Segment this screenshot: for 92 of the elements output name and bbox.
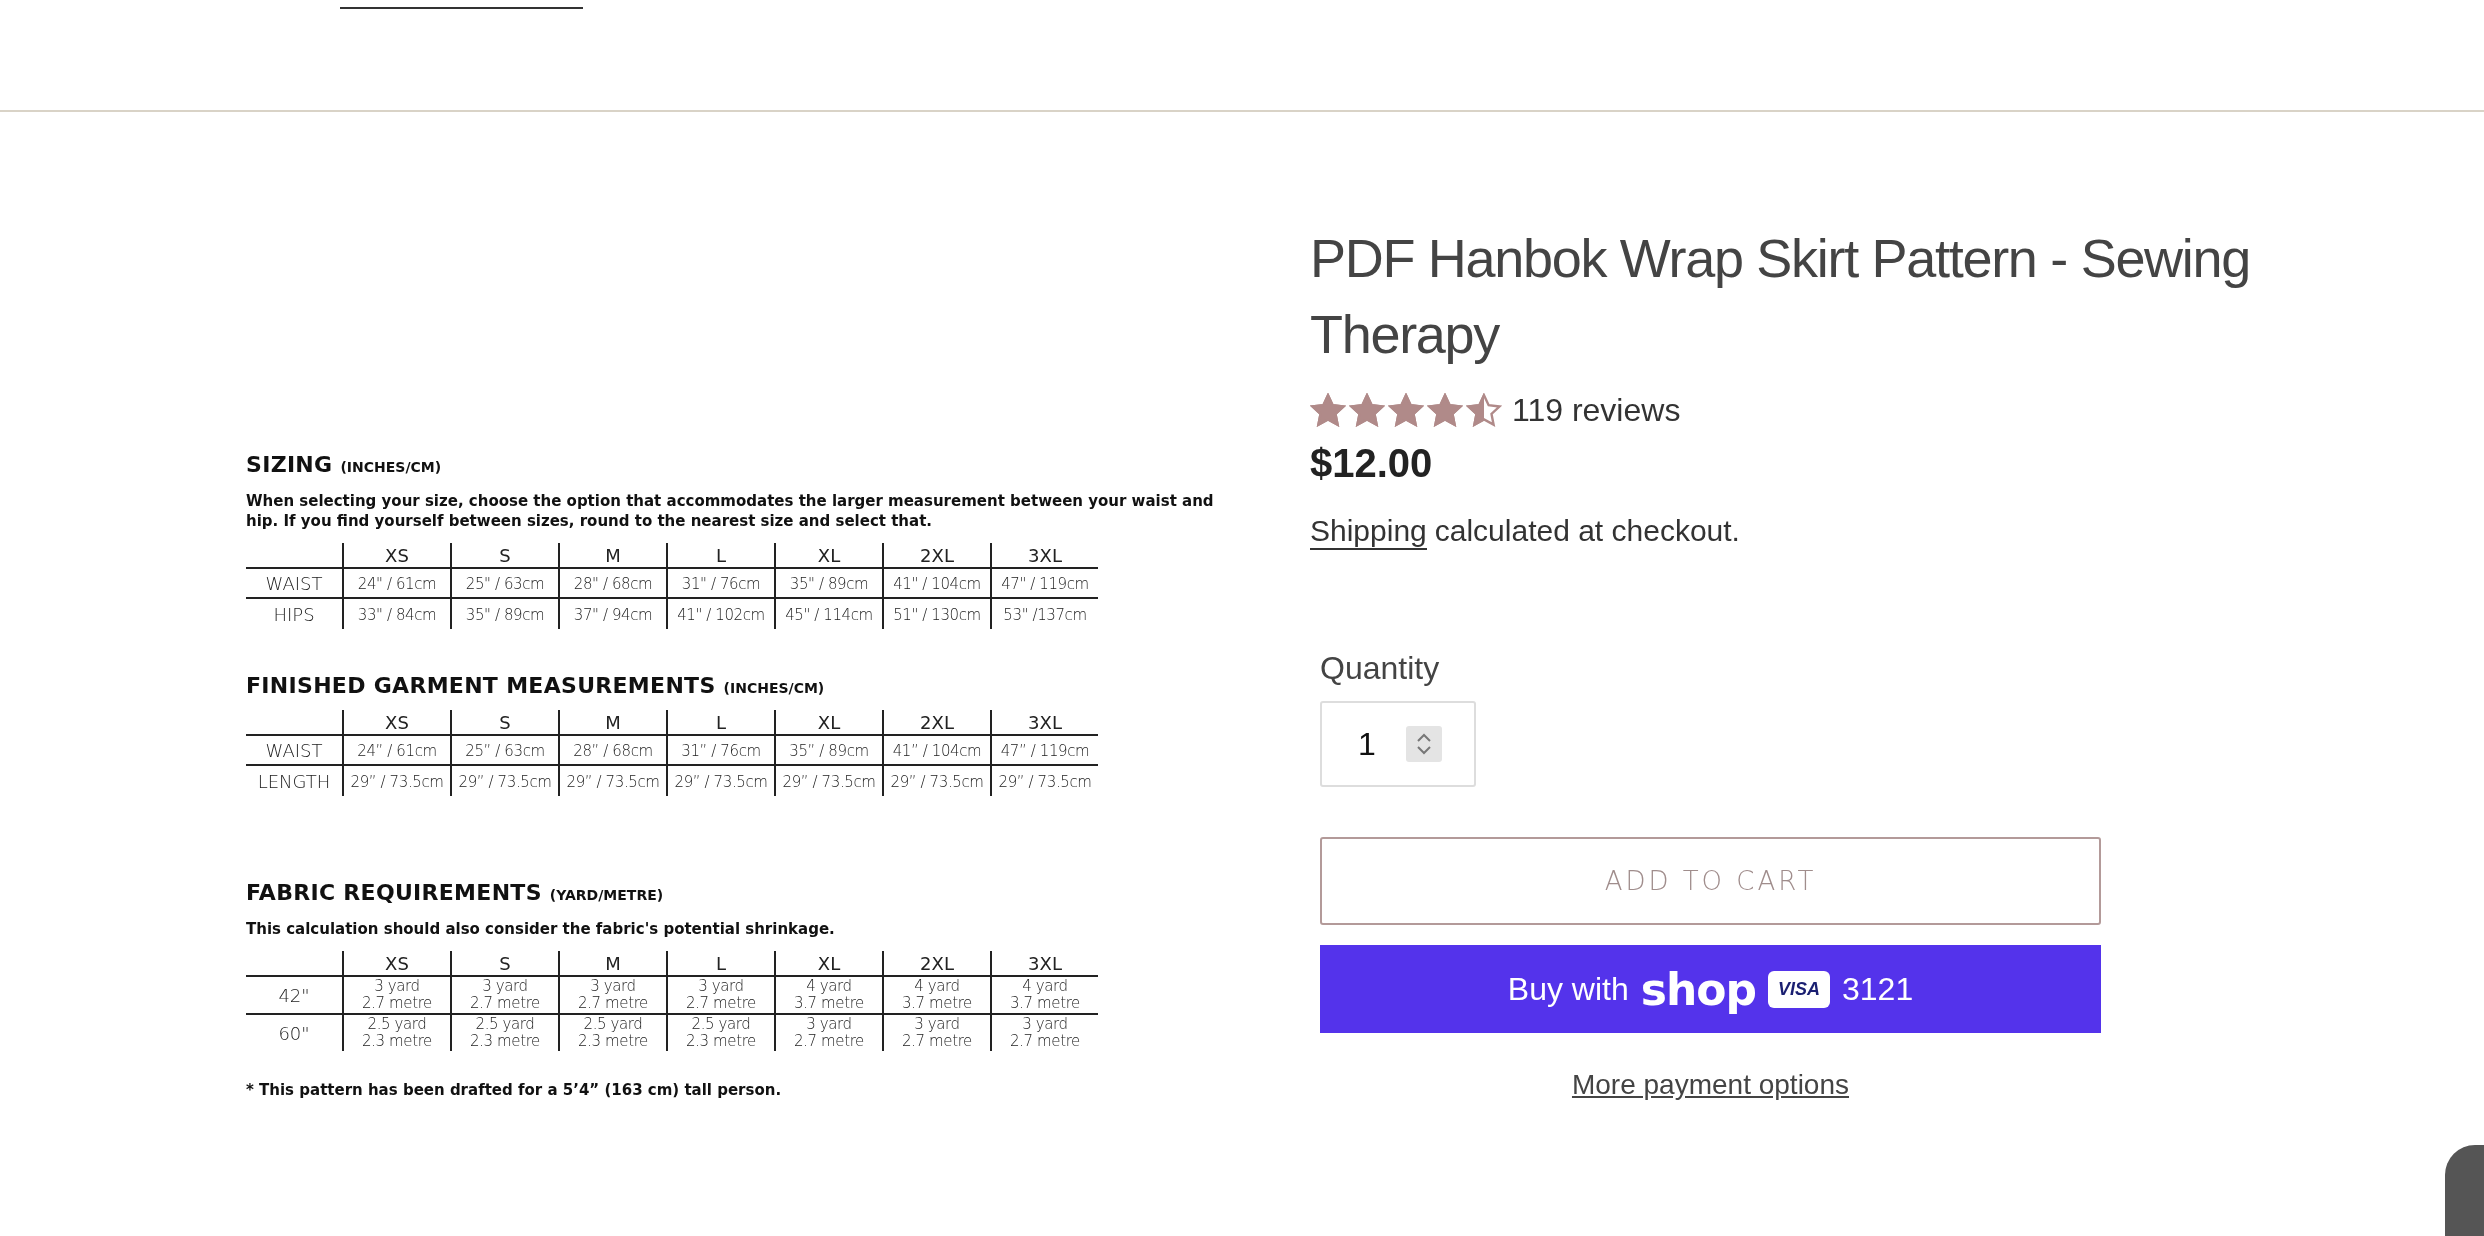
section-heading: FABRIC REQUIREMENTS: [246, 880, 542, 905]
size-header: XL: [817, 952, 841, 974]
size-header: XS: [385, 952, 409, 974]
table-cell: 4 yard 3.7 metre: [902, 978, 972, 1012]
buy-with-shop-button[interactable]: Buy with shop VISA 3121: [1320, 945, 2101, 1033]
unit-label: (INCHES/CM): [340, 459, 442, 475]
size-header: 2XL: [920, 711, 954, 733]
size-header: 2XL: [920, 544, 954, 566]
row-label: HIPS: [273, 603, 315, 625]
table-cell: 24" / 61cm: [357, 575, 437, 593]
table-cell: 29” / 73.5cm: [890, 773, 984, 791]
table-cell: 24” / 61cm: [357, 742, 437, 760]
table-cell: 29” / 73.5cm: [674, 773, 768, 791]
size-header: S: [499, 952, 511, 974]
row-label: 42": [278, 984, 310, 1006]
table-cell: 3 yard 2.7 metre: [362, 978, 432, 1012]
section-note: When selecting your size, choose the option that accommodates the larger measurement between your waist and hip. If you find yourself between sizes, round to the nearest size and select that.: [246, 491, 1215, 531]
row-label: WAIST: [265, 739, 323, 761]
table-cell: 47” / 119cm: [1000, 742, 1090, 760]
size-header: M: [605, 952, 621, 974]
footnote: * This pattern has been drafted for a 5’4” (163 cm) tall person.: [246, 1081, 783, 1099]
table-cell: 2.5 yard 2.3 metre: [470, 1016, 540, 1050]
table-cell: 31" / 76cm: [681, 575, 761, 593]
table-cell: 3 yard 2.7 metre: [686, 978, 756, 1012]
size-header: XS: [385, 544, 409, 566]
size-header: M: [605, 711, 621, 733]
table-cell: 2.5 yard 2.3 metre: [362, 1016, 432, 1050]
section-heading: SIZING: [246, 452, 333, 477]
table-cell: 51" / 130cm: [893, 606, 981, 624]
table-cell: 3 yard 2.7 metre: [470, 978, 540, 1012]
table-cell: 29” / 73.5cm: [566, 773, 660, 791]
section-heading: FINISHED GARMENT MEASUREMENTS: [246, 673, 716, 698]
table-cell: 25” / 63cm: [465, 742, 545, 760]
table-cell: 28" / 68cm: [573, 575, 653, 593]
size-header: 3XL: [1028, 952, 1062, 974]
table-cell: 29” / 73.5cm: [458, 773, 552, 791]
size-header: M: [605, 544, 621, 566]
size-header: XL: [817, 711, 841, 733]
size-header: XL: [817, 544, 841, 566]
table-cell: 33" / 84cm: [357, 606, 437, 624]
more-payment-options-link[interactable]: More payment options: [1571, 1069, 1849, 1100]
size-header: L: [716, 952, 726, 974]
product-title: PDF Hanbok Wrap Skirt Pattern - Sewing Therapy: [1310, 227, 2251, 366]
table-cell: 28” / 68cm: [573, 742, 653, 760]
size-header: L: [716, 544, 726, 566]
row-label: 60": [278, 1022, 310, 1044]
table-cell: 3 yard 2.7 metre: [1010, 1016, 1080, 1050]
table-cell: 29” / 73.5cm: [350, 773, 444, 791]
size-header: S: [499, 544, 511, 566]
quantity-field[interactable]: 1: [1320, 701, 1476, 787]
table-cell: 4 yard 3.7 metre: [794, 978, 864, 1012]
table-cell: 41" / 104cm: [893, 575, 981, 593]
table-cell: 47" / 119cm: [1001, 575, 1089, 593]
section-note: This calculation should also consider the fabric's potential shrinkage.: [246, 919, 836, 939]
table-cell: 35” / 89cm: [789, 742, 869, 760]
unit-label: (YARD/METRE): [549, 887, 664, 903]
table-cell: 53" /137cm: [1003, 606, 1087, 624]
table-cell: 29” / 73.5cm: [782, 773, 876, 791]
table-cell: 3 yard 2.7 metre: [902, 1016, 972, 1050]
shop-logo: shop: [1640, 963, 1756, 1015]
size-header: L: [716, 711, 726, 733]
size-header: 3XL: [1028, 544, 1062, 566]
unit-label: (INCHES/CM): [723, 680, 825, 696]
price: $12.00: [1310, 441, 1434, 486]
buy-label: Buy with: [1507, 970, 1629, 1008]
row-label: WAIST: [265, 572, 323, 594]
table-cell: 41" / 102cm: [677, 606, 765, 624]
table-cell: 45" / 114cm: [785, 606, 873, 624]
table-cell: 3 yard 2.7 metre: [578, 978, 648, 1012]
table-cell: 3 yard 2.7 metre: [794, 1016, 864, 1050]
review-count[interactable]: 119 reviews: [1512, 392, 1681, 429]
stepper-icon[interactable]: [1405, 726, 1442, 762]
size-header: 3XL: [1028, 711, 1062, 733]
table-cell: 31” / 76cm: [681, 742, 761, 760]
size-header: S: [499, 711, 511, 733]
table-cell: 2.5 yard 2.3 metre: [578, 1016, 648, 1050]
size-header: XS: [385, 711, 409, 733]
table-cell: 37" / 94cm: [573, 606, 653, 624]
size-header: 2XL: [920, 952, 954, 974]
table-cell: 29” / 73.5cm: [998, 773, 1092, 791]
table-cell: 35" / 89cm: [465, 606, 545, 624]
row-label: LENGTH: [257, 770, 331, 792]
card-badge: VISA: [1768, 970, 1830, 1008]
quantity-label: Quantity: [1320, 650, 1441, 687]
table-cell: 25" / 63cm: [465, 575, 545, 593]
shipping-link[interactable]: Shipping: [1310, 514, 1427, 550]
table-cell: 4 yard 3.7 metre: [1010, 978, 1080, 1012]
table-cell: 2.5 yard 2.3 metre: [686, 1016, 756, 1050]
table-cell: 35" / 89cm: [789, 575, 869, 593]
table-cell: 41” / 104cm: [892, 742, 982, 760]
card-number: 3121: [1842, 970, 1914, 1008]
shipping-note: calculated at checkout.: [1434, 514, 1740, 549]
